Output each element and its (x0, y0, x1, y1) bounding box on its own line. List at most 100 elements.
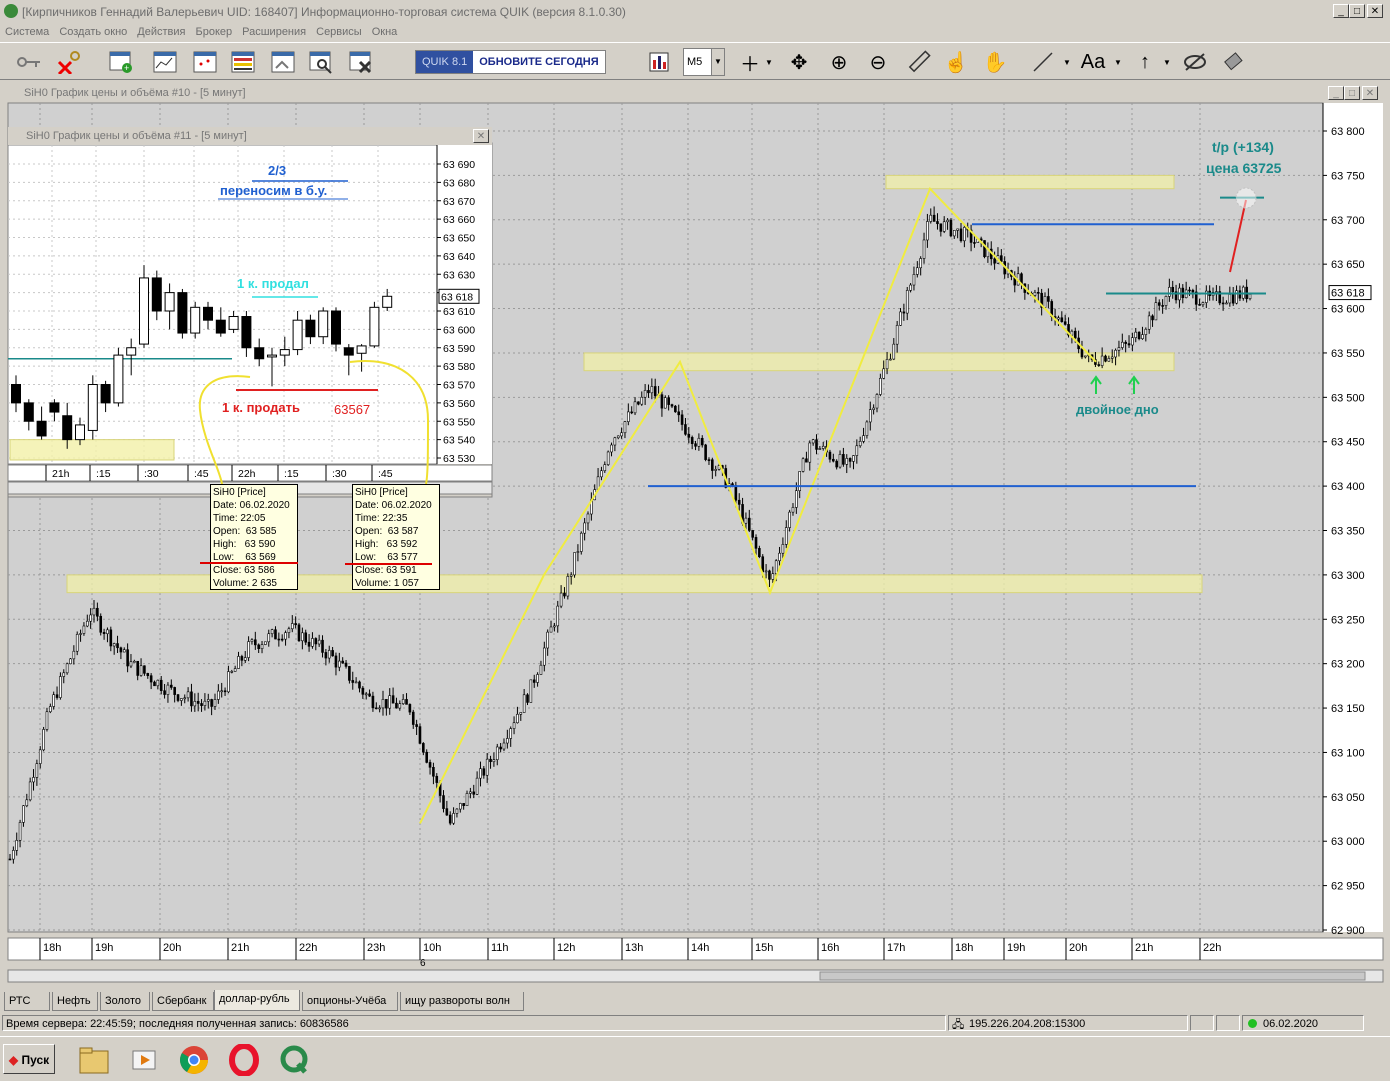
main-chart-candle-body (1057, 317, 1060, 320)
main-chart-candle-body (15, 840, 19, 851)
main-chart-candle-body (818, 448, 822, 450)
main-chart-candle-body (684, 424, 687, 435)
main-chart-candle-body (1154, 302, 1158, 321)
status-bar: Время сервера: 22:45:59; последняя получ… (0, 1013, 1390, 1033)
main-chart-candle-body (586, 513, 590, 524)
main-chart-candle-body (109, 629, 113, 647)
main-chart-candle-body (1201, 302, 1205, 306)
main-chart-candle-body (301, 632, 304, 642)
main-chart-candle-body (153, 681, 156, 687)
main-chart-candle-body (28, 781, 32, 801)
main-chart-candle-body (287, 628, 291, 633)
main-chart-candle-body (69, 658, 72, 665)
inset-chart-x-tick-label: :15 (284, 468, 299, 480)
opera-icon[interactable] (226, 1042, 262, 1078)
tab-oil[interactable]: Нефть (52, 992, 98, 1011)
main-chart-candle-body (553, 625, 556, 628)
main-chart-candle-body (8, 858, 12, 861)
main-chart-x-tick-label: 13h (625, 942, 643, 954)
main-chart-candle-body (653, 386, 657, 397)
inset-chart-candle-body (356, 345, 367, 354)
main-chart-candle-body (956, 228, 959, 231)
quik-taskbar-icon[interactable] (276, 1042, 312, 1078)
main-chart-candle-body (805, 458, 808, 463)
main-chart-y-tick-label: 63 300 (1331, 570, 1365, 582)
main-chart-y-tick-label: 63 500 (1331, 392, 1365, 404)
tab-rts[interactable]: РТС (4, 992, 50, 1011)
explorer-icon[interactable] (76, 1042, 112, 1078)
main-chart-candle-body (354, 681, 358, 684)
main-chart-candle-body (472, 791, 476, 795)
inset-chart-close-button[interactable]: ✕ (473, 129, 489, 143)
main-chart-candle-body (650, 386, 654, 394)
main-chart-candle-body (260, 644, 264, 649)
inset-chart-x-tick-label: 21h (52, 468, 70, 480)
main-chart-candle-body (973, 242, 976, 244)
main-chart-candle-body (613, 437, 617, 446)
tab-options[interactable]: опционы-Учёба (302, 992, 398, 1011)
main-chart-price-axis (1323, 103, 1383, 932)
inset-chart-candle-body (241, 316, 252, 349)
media-player-icon[interactable] (126, 1042, 162, 1078)
inset-chart-y-tick-label: 63 560 (443, 398, 475, 410)
main-chart-candle-body (815, 439, 818, 450)
main-chart-candle-body (223, 690, 227, 693)
main-chart-candle-body (791, 507, 795, 513)
main-chart-candle-body (663, 397, 667, 409)
main-chart-y-tick-label: 63 050 (1331, 792, 1365, 804)
inset-sold-annotation: 1 к. продал (237, 276, 309, 291)
chrome-icon[interactable] (176, 1042, 212, 1078)
main-chart-candle-body (737, 499, 741, 505)
main-chart-candle-body (415, 724, 418, 727)
inset-chart-y-tick-label: 63 630 (443, 269, 475, 281)
main-chart-candle-body (795, 490, 798, 508)
inset-chart-candle-body (228, 316, 239, 330)
main-chart-candle-body (170, 684, 173, 688)
main-chart-candle-body (72, 650, 76, 660)
main-chart-candle-body (519, 712, 523, 715)
server-time-status: Время сервера: 22:45:59; последняя получ… (2, 1015, 946, 1031)
charts-canvas[interactable]: 63 800 63 750 63 700 63 650 63 600 63 550 63 5… (0, 0, 1390, 1000)
main-chart-candle-body (381, 699, 385, 709)
inset-chart-candle-body (331, 310, 341, 345)
main-chart-candle-body (327, 650, 331, 659)
main-chart-candle-body (852, 455, 855, 462)
main-chart-candle-body (620, 432, 623, 437)
tab-sberbank[interactable]: Сбербанк (152, 992, 214, 1011)
tooltip-low: Low: 63 577 (355, 552, 418, 563)
main-chart-candle-body (297, 624, 301, 642)
tooltip-time: Time: 22:05 (213, 513, 266, 524)
main-chart-y-tick-label: 63 000 (1331, 836, 1365, 848)
main-chart-candle-body (633, 401, 637, 414)
main-chart-candle-body (311, 638, 314, 647)
price-tooltip-2: SiH0 [Price] Date: 06.02.2020 Time: 22:35 O… (352, 484, 440, 590)
main-chart-candle-body (159, 679, 163, 692)
inset-chart-zone (9, 439, 175, 461)
tooltip-open: Open: 63 585 (213, 526, 277, 537)
main-chart-candle-body (845, 458, 849, 465)
main-chart-candle-body (916, 267, 919, 275)
main-chart-candle-body (243, 657, 247, 661)
main-chart-candle-body (502, 742, 506, 750)
main-chart-candle-body (899, 311, 902, 326)
tooltip-title: SiH0 [Price] (355, 487, 408, 498)
main-chart-candle-body (143, 665, 146, 674)
main-chart-candle-body (445, 808, 449, 816)
tab-gold[interactable]: Золото (100, 992, 150, 1011)
main-chart-x-tick-label: 19h (95, 942, 113, 954)
inset-chart-candle-body (164, 292, 175, 312)
main-chart-candle-body (1047, 296, 1050, 302)
tab-usd-rub[interactable]: доллар-рубль (214, 990, 300, 1011)
main-chart-candle-body (126, 649, 129, 667)
main-chart-candle-body (428, 762, 432, 768)
inset-chart-x-tick-label: :45 (194, 468, 209, 480)
tab-wave-reversals[interactable]: ищу развороты волн (400, 992, 524, 1011)
main-chart-candle-body (465, 793, 469, 807)
main-chart-candle-body (922, 239, 926, 259)
inset-chart-candle-body (203, 306, 213, 321)
main-chart-candle-body (358, 681, 361, 689)
main-chart-candle-body (868, 409, 872, 423)
main-chart-candle-body (926, 221, 929, 241)
start-button[interactable]: ◆ Пуск (3, 1044, 55, 1074)
main-chart-candle-body (895, 325, 899, 345)
